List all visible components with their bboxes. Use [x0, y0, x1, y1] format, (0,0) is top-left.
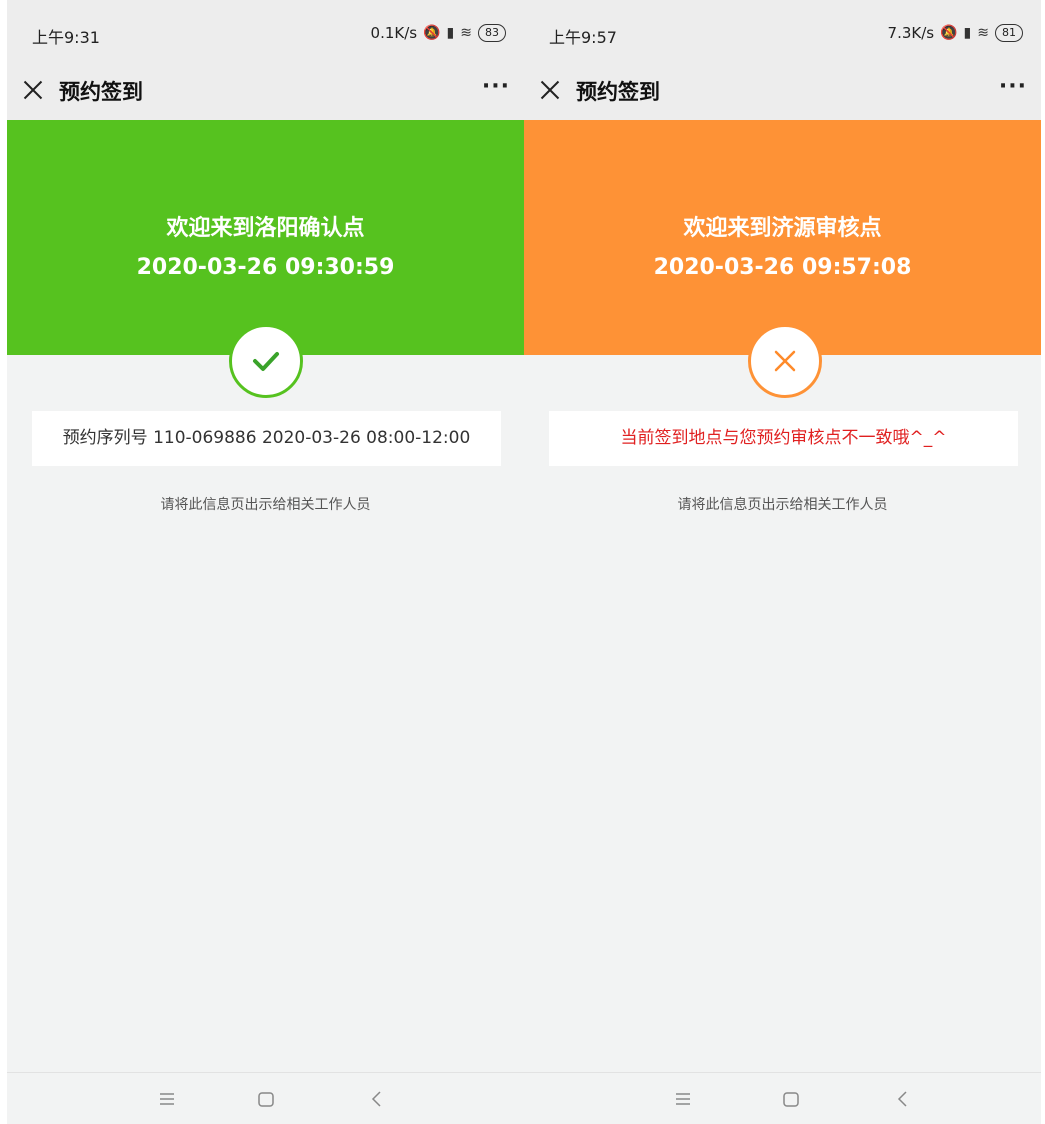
screen-success: 上午9:31 0.1K/s 🔕 ▮ ≋ 83 预约签到 ··· 欢迎来到洛阳确认… — [7, 0, 524, 1124]
more-menu-button[interactable]: ··· — [999, 74, 1027, 99]
more-menu-button[interactable]: ··· — [482, 74, 510, 99]
close-button[interactable] — [538, 78, 562, 102]
battery-indicator: 83 — [478, 24, 506, 42]
status-icons: 0.1K/s 🔕 ▮ ≋ 83 — [371, 24, 506, 42]
signal-icon: ▮ — [446, 25, 455, 41]
system-nav-bar — [524, 1072, 1041, 1124]
cross-icon — [748, 324, 822, 398]
net-speed: 7.3K/s — [887, 24, 935, 42]
menu-nav-button[interactable] — [669, 1085, 697, 1113]
title-bar: 预约签到 ··· — [7, 60, 524, 120]
welcome-banner: 欢迎来到洛阳确认点 2020-03-26 09:30:59 — [7, 120, 524, 355]
mute-icon: 🔕 — [423, 25, 441, 41]
signal-icon: ▮ — [963, 25, 972, 41]
welcome-banner: 欢迎来到济源审核点 2020-03-26 09:57:08 — [524, 120, 1041, 355]
banner-timestamp: 2020-03-26 09:30:59 — [136, 255, 395, 280]
page-title: 预约签到 — [576, 80, 660, 104]
home-nav-button[interactable] — [252, 1085, 280, 1113]
location-mismatch-message: 当前签到地点与您预约审核点不一致哦^_^ — [549, 411, 1018, 466]
banner-title: 欢迎来到济源审核点 — [683, 216, 882, 241]
close-button[interactable] — [21, 78, 45, 102]
screen-error: 上午9:57 7.3K/s 🔕 ▮ ≋ 81 预约签到 ··· 欢迎来到济源审核… — [524, 0, 1041, 1124]
check-icon — [229, 324, 303, 398]
status-time: 上午9:31 — [32, 28, 100, 47]
wifi-icon: ≋ — [977, 25, 989, 41]
hint-text: 请将此信息页出示给相关工作人员 — [160, 497, 371, 513]
status-icons: 7.3K/s 🔕 ▮ ≋ 81 — [888, 24, 1023, 42]
menu-nav-button[interactable] — [153, 1085, 181, 1113]
battery-indicator: 81 — [995, 24, 1023, 42]
home-nav-button[interactable] — [777, 1085, 805, 1113]
reservation-info: 预约序列号 110-069886 2020-03-26 08:00-12:00 — [32, 411, 501, 466]
wifi-icon: ≋ — [460, 25, 472, 41]
status-bar: 上午9:31 0.1K/s 🔕 ▮ ≋ 83 — [7, 0, 524, 60]
back-nav-button[interactable] — [889, 1085, 917, 1113]
banner-title: 欢迎来到洛阳确认点 — [166, 216, 365, 241]
back-nav-button[interactable] — [363, 1085, 391, 1113]
status-time: 上午9:57 — [549, 28, 617, 47]
hint-text: 请将此信息页出示给相关工作人员 — [677, 497, 888, 513]
banner-timestamp: 2020-03-26 09:57:08 — [653, 255, 912, 280]
reservation-text: 预约序列号 110-069886 2020-03-26 08:00-12:00 — [62, 428, 471, 448]
net-speed: 0.1K/s — [370, 24, 418, 42]
mismatch-text: 当前签到地点与您预约审核点不一致哦^_^ — [620, 428, 947, 448]
status-bar: 上午9:57 7.3K/s 🔕 ▮ ≋ 81 — [524, 0, 1041, 60]
system-nav-bar — [7, 1072, 524, 1124]
page-title: 预约签到 — [59, 80, 143, 104]
mute-icon: 🔕 — [940, 25, 958, 41]
title-bar: 预约签到 ··· — [524, 60, 1041, 120]
